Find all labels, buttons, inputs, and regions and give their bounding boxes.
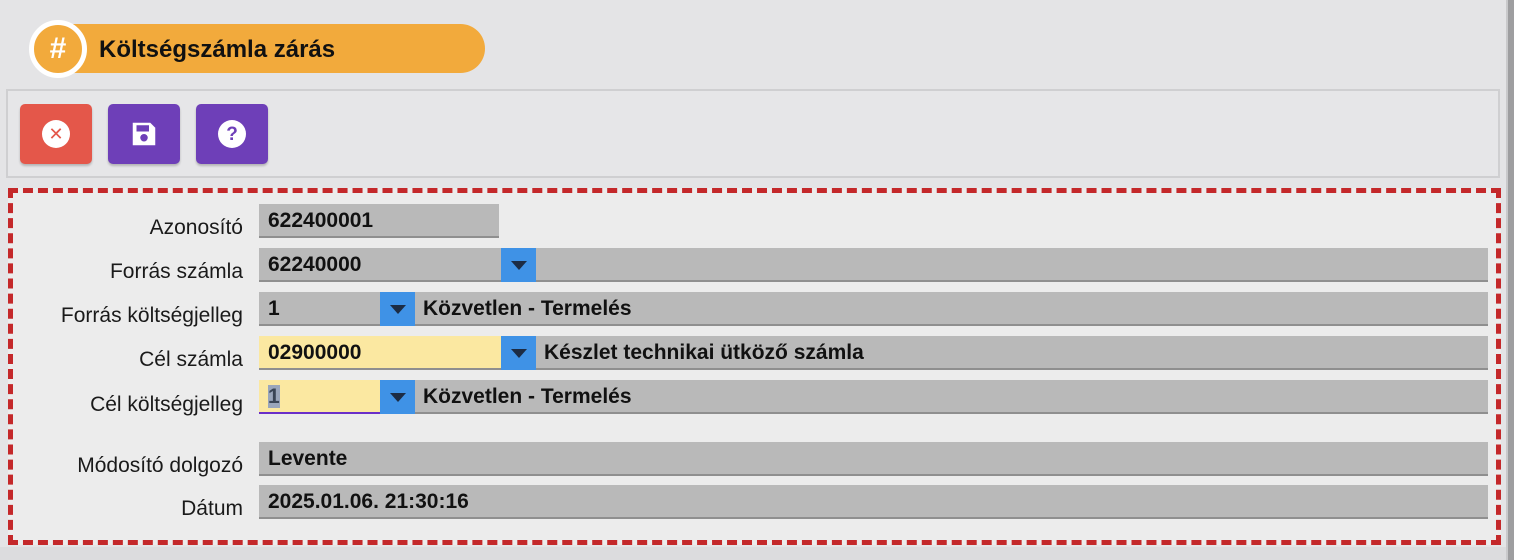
chevron-down-icon xyxy=(389,392,406,402)
cel-szamla-description: Készlet technikai ütköző számla xyxy=(536,336,1488,370)
cel-koltsegjelleg-description: Közvetlen - Termelés xyxy=(415,380,1488,414)
datum-field[interactable]: 2025.01.06. 21:30:16 xyxy=(259,485,1488,519)
azonosito-field[interactable]: 622400001 xyxy=(259,204,499,238)
chevron-down-icon xyxy=(389,304,406,314)
help-button[interactable]: ? xyxy=(196,104,268,164)
forras-szamla-dropdown-button[interactable] xyxy=(501,248,536,282)
forras-szamla-label: Forrás számla xyxy=(109,260,243,283)
chevron-down-icon xyxy=(510,348,527,358)
page-title: Költségszámla zárás xyxy=(99,36,336,63)
save-button[interactable] xyxy=(108,104,180,164)
save-icon xyxy=(132,122,156,146)
forras-szamla-description xyxy=(536,248,1488,282)
forras-koltsegjelleg-description: Közvetlen - Termelés xyxy=(415,292,1488,326)
close-button[interactable]: ✕ xyxy=(20,104,92,164)
modosito-dolgozo-label: Módosító dolgozó xyxy=(77,454,243,477)
hash-icon: # xyxy=(29,20,87,78)
help-icon: ? xyxy=(218,120,246,148)
forras-koltsegjelleg-label: Forrás költségjelleg xyxy=(60,304,243,327)
window-edge-highlight xyxy=(1506,0,1508,560)
datum-label: Dátum xyxy=(181,497,243,520)
cel-szamla-label: Cél számla xyxy=(139,348,243,371)
selected-text: 1 xyxy=(268,385,280,408)
cel-koltsegjelleg-field[interactable]: 1 xyxy=(259,380,380,414)
azonosito-label: Azonosító xyxy=(149,216,243,239)
modosito-dolgozo-field[interactable]: Levente xyxy=(259,442,1488,476)
bottom-strip xyxy=(0,547,1506,560)
cel-szamla-field[interactable]: 02900000 xyxy=(259,336,501,370)
forras-koltsegjelleg-field[interactable]: 1 xyxy=(259,292,380,326)
forras-szamla-field[interactable]: 62240000 xyxy=(259,248,501,282)
chevron-down-icon xyxy=(510,260,527,270)
cel-koltsegjelleg-label: Cél költségjelleg xyxy=(90,393,243,416)
cel-szamla-dropdown-button[interactable] xyxy=(501,336,536,370)
forras-koltsegjelleg-dropdown-button[interactable] xyxy=(380,292,415,326)
close-icon: ✕ xyxy=(42,120,70,148)
cel-koltsegjelleg-dropdown-button[interactable] xyxy=(380,380,415,414)
